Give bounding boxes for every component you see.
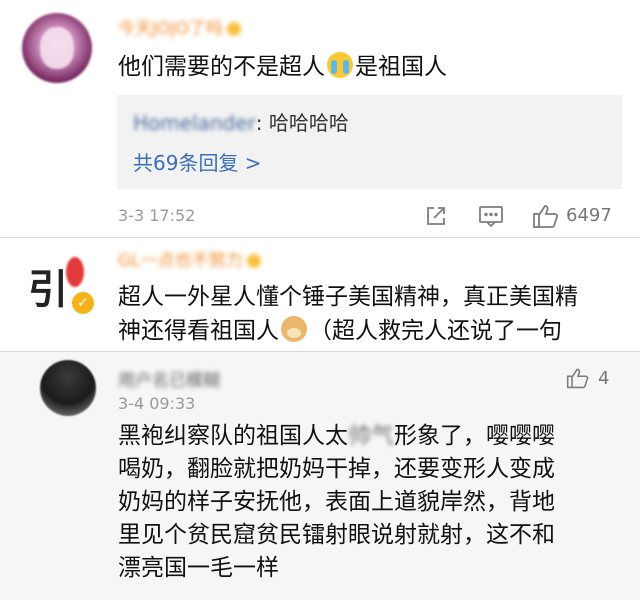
comment-text: 超人一外星人懂个锤子美国精神，真正美国精 神还得看祖国人 （超人救完人还说了一句 <box>118 284 578 344</box>
username[interactable]: 用户名已模糊 <box>118 366 220 391</box>
timestamp: 3-4 09:33 <box>118 394 196 413</box>
timestamp: 3-3 17:52 <box>118 206 196 225</box>
like-thumb-icon[interactable] <box>566 366 590 390</box>
share-icon[interactable] <box>424 204 448 228</box>
reply-line: Homelander: 哈哈哈哈 <box>133 107 349 136</box>
verified-badge-icon: ✓ <box>70 290 96 316</box>
comment-text: 他们需要的不是超人 是祖国人 <box>118 52 447 80</box>
comment-card-1: 今天JOJO了吗 他们需要的不是超人 是祖国人 Homelander: 哈哈哈哈 … <box>0 0 640 238</box>
like-count: 4 <box>598 368 610 389</box>
reply-text: : 哈哈哈哈 <box>255 111 349 135</box>
like-thumb-icon[interactable] <box>532 202 560 230</box>
reply-username[interactable]: Homelander <box>133 111 256 135</box>
view-replies-link[interactable]: 共69条回复 > <box>133 147 262 176</box>
avatar[interactable] <box>22 13 92 83</box>
avatar-glyph: 引 <box>28 266 68 313</box>
doge-emoji-icon <box>281 316 307 342</box>
reply-preview[interactable]: Homelander: 哈哈哈哈 共69条回复 > <box>117 95 622 189</box>
cry-emoji-icon <box>327 52 353 78</box>
comment-icon[interactable] <box>478 204 504 228</box>
vip-crown-icon <box>246 254 261 268</box>
comment-text: 黑袍纠察队的祖国人太帅气形象了，嘤嘤嘤 喝奶，翻脸就把奶妈干掉，还要变形人变成 … <box>118 420 618 585</box>
redacted-text: 帅气 <box>348 423 394 449</box>
like-count: 6497 <box>566 205 612 226</box>
username[interactable]: GL一点也不努力 <box>118 246 261 271</box>
avatar[interactable] <box>40 360 96 416</box>
vip-crown-icon <box>226 22 241 36</box>
username[interactable]: 今天JOJO了吗 <box>118 14 241 39</box>
